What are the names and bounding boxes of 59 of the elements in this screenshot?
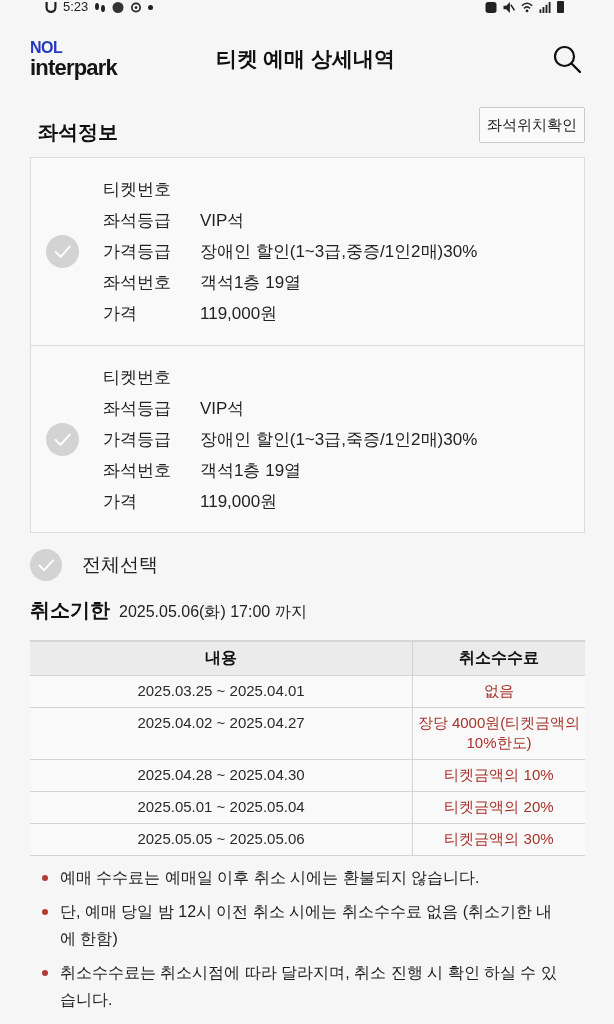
note-text: 취소수수료는 취소시점에 따라 달라지며, 취소 진행 시 확인 하실 수 있습니다. xyxy=(60,963,558,1010)
note-text: 단, 예매 당일 밤 12시 이전 취소 시에는 취소수수료 없음 (취소기한 내에 한함) xyxy=(60,902,554,949)
field-label: 가격등급 xyxy=(103,241,172,263)
footprints-icon xyxy=(94,1,107,13)
seat-location-button[interactable]: 좌석위치확인 xyxy=(479,107,585,143)
field-value: 장애인 할인(1~3급,중증/1인2매)30% xyxy=(200,241,478,263)
field-label: 좌석등급 xyxy=(103,210,172,232)
period-cell: 2025.05.05 ~ 2025.05.06 xyxy=(30,823,413,856)
fee-cell: 티켓금액의 10% xyxy=(412,759,585,792)
period-cell: 2025.05.01 ~ 2025.05.04 xyxy=(30,791,413,824)
app-badge-icon xyxy=(112,1,125,13)
field-value: VIP석 xyxy=(200,210,245,232)
field-label: 가격 xyxy=(103,303,138,325)
signal-icon xyxy=(539,1,551,13)
field-label: 티켓번호 xyxy=(103,179,172,201)
column-header: 취소수수료 xyxy=(412,641,585,676)
ticket-checkbox[interactable] xyxy=(46,235,79,268)
sync-icon xyxy=(130,1,143,13)
period-cell: 2025.04.02 ~ 2025.04.27 xyxy=(30,707,413,760)
field-value: 119,000원 xyxy=(200,303,278,325)
bullet-icon xyxy=(42,875,48,881)
period-cell: 2025.04.28 ~ 2025.04.30 xyxy=(30,759,413,792)
dot-icon xyxy=(148,4,154,10)
page-title: 티켓 예매 상세내역 xyxy=(214,46,397,72)
field-label: 좌석번호 xyxy=(103,459,172,482)
field-label: 티켓번호 xyxy=(103,366,172,389)
fee-cell: 티켓금액의 30% xyxy=(412,823,585,856)
logo-top-text: NOL xyxy=(30,38,64,56)
u-shape-icon xyxy=(45,1,57,13)
ticket-checkbox[interactable] xyxy=(46,422,79,456)
section-title: 좌석정보 xyxy=(38,119,118,145)
bullet-icon xyxy=(42,909,48,915)
field-value: 119,000원 xyxy=(200,490,278,513)
field-label: 좌석번호 xyxy=(103,272,172,294)
field-value: VIP석 xyxy=(200,397,245,420)
field-value: 객석1층 19열 xyxy=(200,272,302,294)
battery-icon xyxy=(557,1,564,13)
field-label: 좌석등급 xyxy=(103,397,172,420)
field-label: 가격 xyxy=(103,490,138,513)
field-value: 객석1층 19열 xyxy=(200,459,302,482)
search-icon[interactable] xyxy=(553,45,581,73)
deadline-date: 2025.05.06(화) 17:00 까지 xyxy=(119,602,307,622)
note-text: 예매 수수료는 예매일 이후 취소 시에는 환불되지 않습니다. xyxy=(60,868,480,888)
period-cell: 2025.03.25 ~ 2025.04.01 xyxy=(30,675,413,708)
g-badge-icon xyxy=(485,1,497,13)
logo-wordmark-text: interpark xyxy=(30,55,119,80)
bullet-icon xyxy=(42,970,48,976)
column-header: 내용 xyxy=(30,641,413,676)
fee-cell: 티켓금액의 20% xyxy=(412,791,585,824)
mute-icon xyxy=(503,1,515,13)
field-label: 가격등급 xyxy=(103,428,172,451)
fee-cell: 없음 xyxy=(412,675,585,708)
wifi-icon xyxy=(521,1,533,13)
status-time: 5:23 xyxy=(63,0,89,14)
select-all-label[interactable]: 전체선택 xyxy=(82,552,158,578)
section-title: 취소기한 xyxy=(30,598,110,623)
fee-cell: 장당 4000원(티켓금액의 10%한도) xyxy=(412,707,585,760)
field-value: 장애인 할인(1~3급,죽증/1인2매)30% xyxy=(200,428,478,451)
select-all-checkbox[interactable] xyxy=(30,549,62,581)
